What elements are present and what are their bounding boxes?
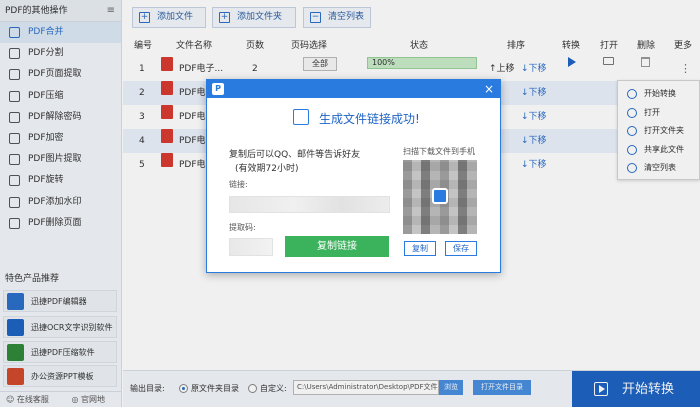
link-success-icon	[293, 109, 309, 125]
link-label: 链接:	[229, 180, 248, 189]
share-link-field[interactable]	[229, 196, 390, 213]
success-banner: 生成文件链接成功!	[207, 108, 502, 128]
save-qr-button[interactable]: 保存	[445, 241, 477, 256]
dialog-titlebar: P ×	[207, 80, 500, 98]
qr-code	[403, 160, 477, 234]
extract-code-field[interactable]	[229, 238, 273, 256]
instruction-line-2: (有效期72小时)	[235, 164, 299, 174]
copy-qr-button[interactable]: 复制	[404, 241, 436, 256]
app-logo-icon: P	[212, 83, 224, 95]
copy-link-button[interactable]: 复制链接	[285, 236, 389, 257]
qr-logo-icon	[432, 188, 448, 204]
close-icon[interactable]: ×	[484, 81, 494, 97]
share-link-dialog: P × 生成文件链接成功! 复制后可以QQ、邮件等告诉好友 (有效期72小时) …	[206, 79, 501, 273]
qr-caption: 扫描下载文件到手机	[403, 147, 475, 156]
instruction-line-1: 复制后可以QQ、邮件等告诉好友	[229, 150, 361, 160]
dialog-title: 生成文件链接成功!	[319, 112, 420, 126]
code-label: 提取码:	[229, 223, 256, 232]
